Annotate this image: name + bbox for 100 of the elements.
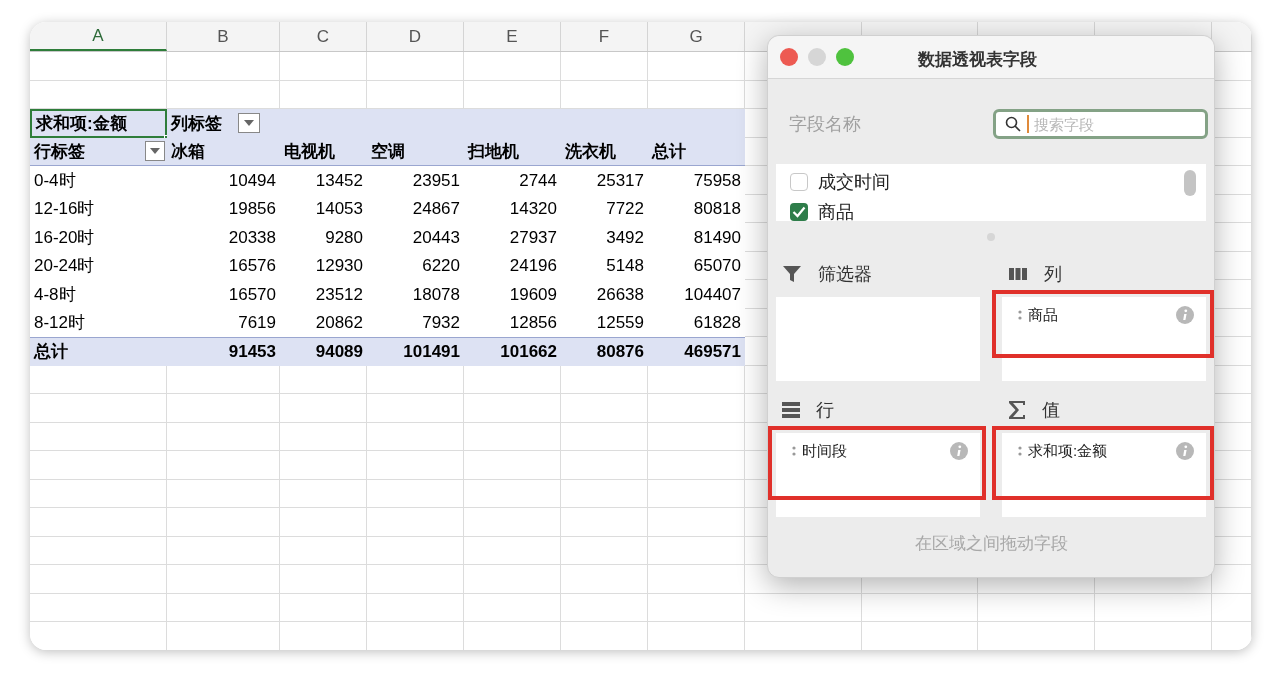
column-header[interactable]: C (280, 22, 367, 51)
table-cell[interactable] (648, 451, 745, 480)
table-cell[interactable] (464, 593, 561, 622)
table-cell[interactable] (167, 479, 280, 508)
table-cell[interactable] (464, 622, 561, 650)
table-cell[interactable] (280, 451, 367, 480)
table-cell[interactable] (30, 422, 167, 451)
table-cell[interactable] (30, 622, 167, 650)
table-cell[interactable] (167, 52, 280, 81)
table-cell[interactable]: 101662 (464, 337, 561, 366)
table-cell[interactable]: 101491 (367, 337, 464, 366)
table-cell[interactable]: 列标签 (167, 109, 280, 138)
table-cell[interactable] (280, 593, 367, 622)
minimize-button[interactable] (808, 48, 826, 66)
table-cell[interactable] (167, 451, 280, 480)
table-cell[interactable] (280, 80, 367, 109)
table-cell[interactable] (745, 622, 862, 650)
table-cell[interactable] (648, 622, 745, 650)
table-cell[interactable] (978, 622, 1095, 650)
table-cell[interactable] (167, 422, 280, 451)
table-cell[interactable] (367, 479, 464, 508)
table-cell[interactable] (648, 394, 745, 423)
selected-cell[interactable]: 求和项:金额 (30, 109, 167, 138)
table-cell[interactable] (648, 593, 745, 622)
table-cell[interactable] (30, 565, 167, 594)
table-cell[interactable] (1212, 565, 1252, 594)
table-cell[interactable] (280, 365, 367, 394)
table-cell[interactable] (1212, 109, 1252, 138)
table-cell[interactable] (561, 80, 648, 109)
table-cell[interactable] (280, 52, 367, 81)
checkbox[interactable] (790, 203, 808, 221)
table-cell[interactable]: 总计 (648, 137, 745, 166)
dropdown-button[interactable] (238, 113, 260, 134)
table-cell[interactable]: 扫地机 (464, 137, 561, 166)
table-cell[interactable] (30, 479, 167, 508)
table-cell[interactable] (280, 394, 367, 423)
table-cell[interactable] (648, 536, 745, 565)
table-cell[interactable] (464, 422, 561, 451)
column-header[interactable]: D (367, 22, 464, 51)
table-cell[interactable] (464, 479, 561, 508)
table-cell[interactable] (561, 422, 648, 451)
field-chip[interactable]: 求和项:金额 (1002, 439, 1206, 463)
table-cell[interactable]: 94089 (280, 337, 367, 366)
table-cell[interactable] (30, 508, 167, 537)
table-cell[interactable] (648, 80, 745, 109)
table-cell[interactable] (167, 622, 280, 650)
column-header[interactable]: F (561, 22, 648, 51)
table-cell[interactable] (1212, 394, 1252, 423)
dropdown-button[interactable] (145, 141, 165, 162)
table-cell[interactable] (648, 565, 745, 594)
info-icon[interactable] (950, 442, 968, 460)
table-cell[interactable]: 冰箱 (167, 137, 280, 166)
table-cell[interactable] (1212, 451, 1252, 480)
table-cell[interactable] (167, 365, 280, 394)
field-label[interactable]: 商品 (818, 198, 854, 221)
table-cell[interactable] (464, 508, 561, 537)
table-cell[interactable] (862, 622, 978, 650)
table-cell[interactable] (280, 622, 367, 650)
table-cell[interactable] (280, 422, 367, 451)
table-cell[interactable]: 空调 (367, 137, 464, 166)
table-cell[interactable] (464, 52, 561, 81)
table-cell[interactable] (648, 508, 745, 537)
table-cell[interactable]: 80876 (561, 337, 648, 366)
table-cell[interactable] (280, 479, 367, 508)
table-cell[interactable] (1212, 622, 1252, 650)
table-cell[interactable] (367, 422, 464, 451)
table-cell[interactable]: 总计 (30, 337, 167, 366)
table-cell[interactable] (30, 593, 167, 622)
info-icon[interactable] (1176, 306, 1194, 324)
column-header[interactable]: B (167, 22, 280, 51)
table-cell[interactable] (1212, 593, 1252, 622)
table-cell[interactable] (1212, 337, 1252, 366)
table-cell[interactable] (648, 365, 745, 394)
table-cell[interactable] (561, 508, 648, 537)
column-header[interactable]: E (464, 22, 561, 51)
table-cell[interactable] (367, 593, 464, 622)
table-cell[interactable] (367, 565, 464, 594)
table-cell[interactable] (30, 536, 167, 565)
table-cell[interactable] (367, 622, 464, 650)
table-cell[interactable] (30, 52, 167, 81)
table-cell[interactable] (1212, 280, 1252, 309)
table-cell[interactable] (167, 565, 280, 594)
table-cell[interactable] (561, 52, 648, 81)
table-cell[interactable] (280, 536, 367, 565)
table-cell[interactable] (367, 365, 464, 394)
table-cell[interactable] (1212, 223, 1252, 252)
table-cell[interactable] (561, 565, 648, 594)
table-cell[interactable]: 洗衣机 (561, 137, 648, 166)
table-cell[interactable] (167, 394, 280, 423)
table-cell[interactable] (367, 52, 464, 81)
table-cell[interactable] (1095, 622, 1212, 650)
table-cell[interactable] (561, 451, 648, 480)
table-cell[interactable] (464, 80, 561, 109)
table-cell[interactable] (367, 536, 464, 565)
table-cell[interactable] (561, 536, 648, 565)
table-cell[interactable] (30, 80, 167, 109)
table-cell[interactable] (367, 451, 464, 480)
table-cell[interactable] (167, 593, 280, 622)
table-cell[interactable] (464, 536, 561, 565)
field-label[interactable]: 成交时间 (818, 168, 890, 196)
